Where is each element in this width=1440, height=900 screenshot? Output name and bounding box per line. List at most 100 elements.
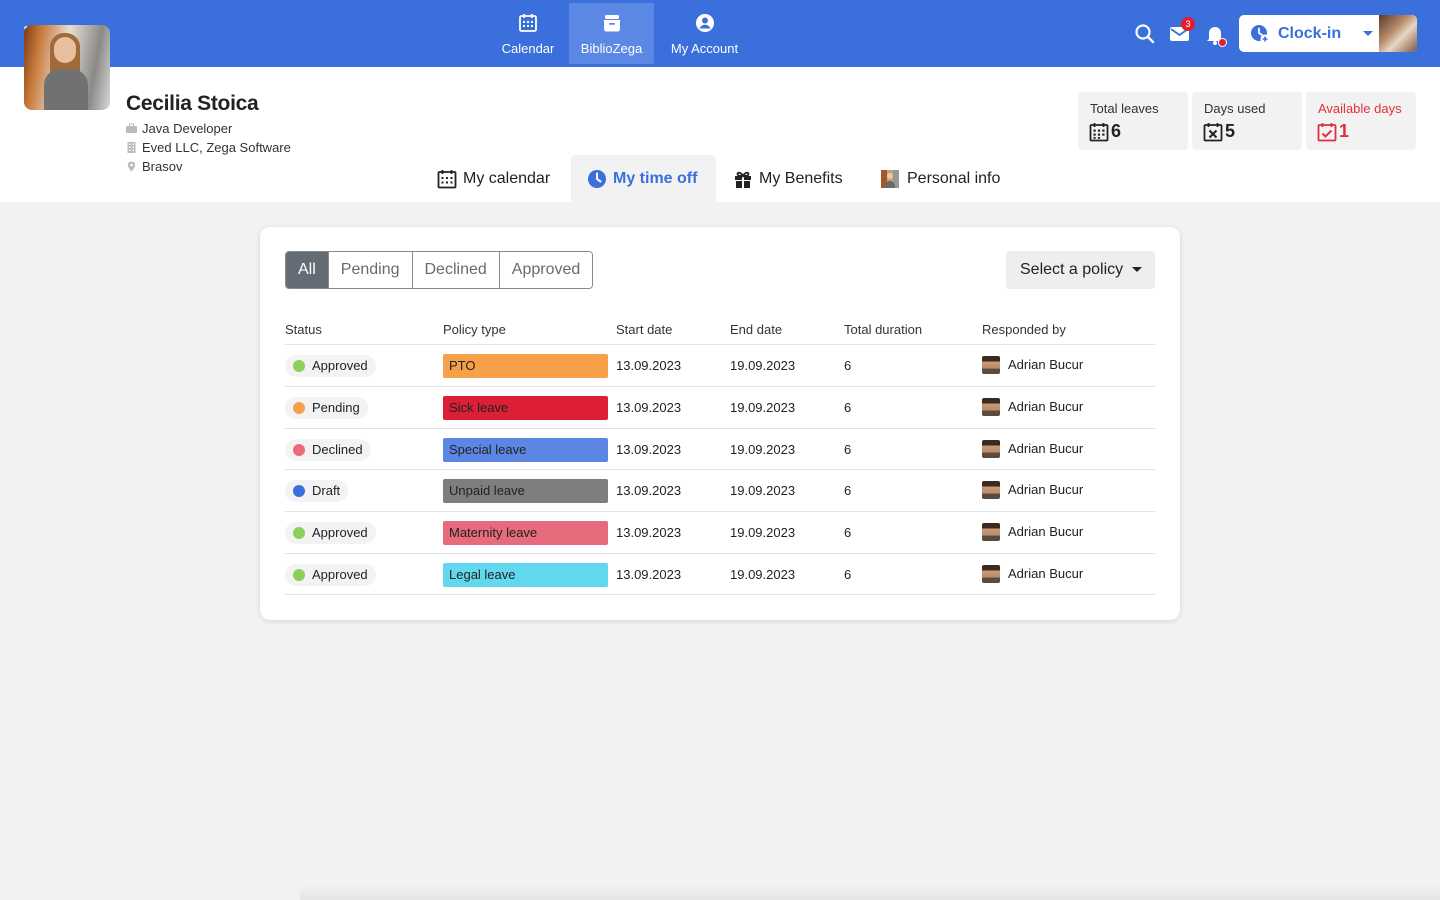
status-badge: Declined <box>285 438 371 461</box>
column-header-end: End date <box>730 322 783 337</box>
tab-label: My calendar <box>463 170 551 187</box>
filter-all[interactable]: All <box>286 252 328 288</box>
nav-calendar[interactable]: Calendar <box>498 3 558 64</box>
location-pin-icon <box>127 161 136 172</box>
search-icon[interactable] <box>1133 22 1157 46</box>
status-dot <box>293 527 305 540</box>
table-row[interactable]: Approved Maternity leave 13.09.2023 19.09.2… <box>285 511 1155 553</box>
column-header-status: Status <box>285 322 322 337</box>
stat-value: 5 <box>1225 121 1236 141</box>
responder-avatar <box>982 356 1000 374</box>
table-row[interactable]: Pending Sick leave 13.09.2023 19.09.2023 6 Ad… <box>285 385 1155 428</box>
start-date: 13.09.2023 <box>616 399 682 415</box>
end-date: 19.09.2023 <box>730 441 796 457</box>
stat-label: Available days <box>1318 101 1402 116</box>
tab-label: My time off <box>613 170 698 187</box>
status-filter-group: All Pending Declined Approved <box>285 251 594 289</box>
top-navbar: Calendar BiblioZega My Account 3 Clock-i… <box>0 0 1440 67</box>
calendar-icon <box>437 170 457 189</box>
filter-approved[interactable]: Approved <box>498 252 593 288</box>
end-date: 19.09.2023 <box>730 525 796 541</box>
policy-select-label: Select a policy <box>1020 261 1124 278</box>
status-badge: Approved <box>285 355 376 377</box>
chevron-down-icon[interactable] <box>1358 15 1378 52</box>
table-row[interactable]: Approved Legal leave 13.09.2023 19.09.2023 6… <box>285 553 1155 595</box>
status-dot <box>293 443 305 456</box>
end-date: 19.09.2023 <box>730 483 796 499</box>
column-header-start: Start date <box>616 322 673 337</box>
start-date: 13.09.2023 <box>616 483 682 499</box>
responder-name: Adrian Bucur <box>1008 440 1084 456</box>
stat-label: Total leaves <box>1090 101 1159 116</box>
nav-bibliozega[interactable]: BiblioZega <box>569 3 654 64</box>
responder-avatar <box>982 481 1000 500</box>
stat-value: 6 <box>1111 121 1122 141</box>
column-header-duration: Total duration <box>844 322 923 337</box>
nav-calendar-label: Calendar <box>501 41 555 56</box>
end-date: 19.09.2023 <box>730 567 796 582</box>
account-circle-icon <box>695 14 714 32</box>
responder-avatar <box>982 565 1000 583</box>
page-shadow <box>300 884 1440 900</box>
status-badge: Draft <box>285 480 349 503</box>
filter-pending[interactable]: Pending <box>327 252 412 288</box>
policy-type-tag: Unpaid leave <box>443 479 608 504</box>
caret-down-icon <box>1132 267 1142 272</box>
status-text: Pending <box>312 399 360 415</box>
tab-label: My Benefits <box>759 170 843 187</box>
responder-avatar <box>982 523 1000 542</box>
status-text: Approved <box>312 358 368 373</box>
table-row[interactable]: Approved PTO 13.09.2023 19.09.2023 6 Adrian B… <box>285 344 1155 386</box>
policy-type-tag: Sick leave <box>443 395 608 420</box>
responder-name: Adrian Bucur <box>1008 398 1084 414</box>
clockin-button[interactable]: Clock-in <box>1239 15 1379 52</box>
profile-company-text: Eved LLC, Zega Software <box>142 140 291 155</box>
status-badge: Approved <box>285 564 376 586</box>
total-duration: 6 <box>844 567 852 582</box>
start-date: 13.09.2023 <box>616 441 682 457</box>
status-dot <box>293 401 305 414</box>
policy-select-dropdown[interactable]: Select a policy <box>1006 251 1155 289</box>
user-avatar[interactable] <box>1379 15 1417 52</box>
tab-my-calendar[interactable]: My calendar <box>425 155 565 202</box>
table-row[interactable]: Draft Unpaid leave 13.09.2023 19.09.2023 6 Ad… <box>285 469 1155 511</box>
status-text: Approved <box>312 567 368 582</box>
nav-my-account[interactable]: My Account <box>666 3 743 64</box>
responder-avatar <box>982 397 1000 416</box>
status-text: Declined <box>312 441 363 457</box>
stat-label: Days used <box>1204 101 1266 116</box>
clockin-group: Clock-in <box>1239 15 1417 52</box>
stat-value: 1 <box>1339 121 1350 141</box>
clock-plus-icon <box>1251 25 1270 44</box>
nav-my-account-label: My Account <box>670 41 739 56</box>
status-text: Approved <box>312 525 368 541</box>
tab-my-time-off[interactable]: My time off <box>571 155 716 202</box>
mail-count-badge: 3 <box>1181 17 1195 31</box>
profile-location: Brasov <box>126 159 182 174</box>
profile-role: Java Developer <box>126 121 232 136</box>
policy-type-tag: Maternity leave <box>443 521 608 546</box>
archive-icon <box>603 15 620 32</box>
tab-personal-info[interactable]: Personal info <box>868 155 1018 202</box>
calendar-x-icon <box>1203 123 1223 142</box>
calendar-grid-icon <box>1089 123 1109 142</box>
total-duration: 6 <box>844 525 852 541</box>
time-off-card: All Pending Declined Approved Select a p… <box>260 227 1180 620</box>
tab-label: Personal info <box>907 170 1001 187</box>
table-row[interactable]: Declined Special leave 13.09.2023 19.09.202… <box>285 427 1155 470</box>
stat-days-used: Days used 5 <box>1192 92 1302 150</box>
responder-name: Adrian Bucur <box>1008 482 1084 498</box>
tab-my-benefits[interactable]: My Benefits <box>722 155 862 202</box>
stat-available-days: Available days 1 <box>1306 92 1416 150</box>
start-date: 13.09.2023 <box>616 525 682 541</box>
responder-name: Adrian Bucur <box>1008 357 1084 372</box>
profile-company: Eved LLC, Zega Software <box>126 140 291 155</box>
responder-avatar <box>982 439 1000 458</box>
column-header-responded: Responded by <box>982 322 1066 337</box>
responder-name: Adrian Bucur <box>1008 566 1084 581</box>
policy-type-tag: Special leave <box>443 437 608 462</box>
filter-declined[interactable]: Declined <box>411 252 499 288</box>
profile-photo <box>24 25 110 110</box>
status-badge: Pending <box>285 396 368 419</box>
status-dot <box>293 569 305 581</box>
